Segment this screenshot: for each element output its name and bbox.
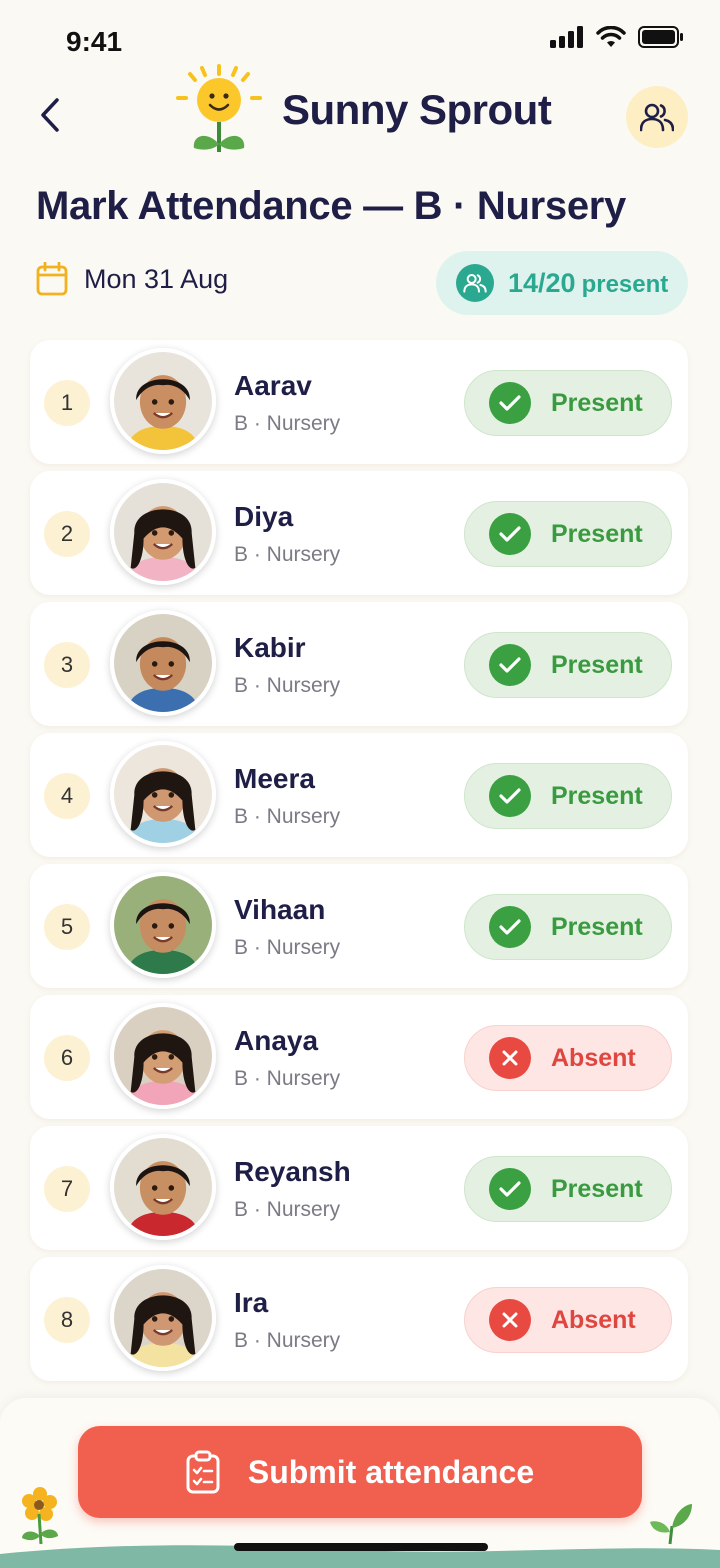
student-row: 4 Meera B · Nursery Present (30, 733, 688, 857)
student-class: B · Nursery (234, 805, 341, 828)
student-name: Meera (234, 763, 315, 794)
group-button[interactable] (626, 86, 688, 148)
x-icon (489, 1037, 531, 1079)
attendance-toggle-button[interactable]: Absent (464, 1025, 672, 1091)
student-row: 6 Anaya B · Nursery Absent (30, 995, 688, 1119)
clipboard-check-icon (186, 1450, 220, 1494)
student-name: Aarav (234, 370, 312, 401)
student-avatar (110, 741, 216, 847)
sunflower-logo-icon (176, 64, 262, 152)
sprout-decoration-icon (650, 1504, 692, 1545)
row-number: 2 (44, 511, 90, 557)
date-text: Mon 31 Aug (84, 263, 229, 294)
x-icon (489, 1299, 531, 1341)
status-label: Present (551, 388, 643, 417)
student-name: Diya (234, 501, 294, 532)
row-number: 5 (44, 904, 90, 950)
submit-attendance-button[interactable]: Submit attendance (78, 1426, 642, 1518)
student-name: Anaya (234, 1025, 319, 1056)
row-number: 4 (44, 773, 90, 819)
date-selector[interactable]: Mon 31 Aug (36, 262, 228, 296)
student-row: 5 Vihaan B · Nursery Present (30, 864, 688, 988)
attendance-toggle-button[interactable]: Present (464, 1156, 672, 1222)
attendance-toggle-button[interactable]: Present (464, 370, 672, 436)
student-name: Vihaan (234, 894, 326, 925)
status-label: Absent (551, 1043, 636, 1072)
status-label: Absent (551, 1305, 636, 1334)
attendance-toggle-button[interactable]: Present (464, 763, 672, 829)
student-avatar (110, 1134, 216, 1240)
check-icon (489, 906, 531, 948)
status-label: Present (551, 1174, 643, 1203)
chevron-left-icon (41, 98, 59, 132)
student-avatar (110, 1265, 216, 1371)
present-word: present (581, 270, 669, 298)
present-count: 14/20 (508, 267, 576, 298)
app-name: Sunny Sprout (282, 86, 552, 133)
student-avatar (110, 872, 216, 978)
status-label: Present (551, 519, 643, 548)
student-row: 8 Ira B · Nursery Absent (30, 1257, 688, 1381)
student-avatar (110, 1003, 216, 1109)
people-icon (456, 264, 494, 302)
student-name: Kabir (234, 632, 306, 663)
check-icon (489, 382, 531, 424)
row-number: 3 (44, 642, 90, 688)
status-label: Present (551, 781, 643, 810)
flower-decoration-icon (22, 1487, 58, 1545)
wifi-icon (596, 26, 626, 47)
student-class: B · Nursery (234, 1067, 341, 1090)
submit-label: Submit attendance (247, 1453, 535, 1490)
check-icon (489, 644, 531, 686)
student-row: 1 Aarav B · Nursery Present (30, 340, 688, 464)
brand: Sunny Sprout (176, 60, 552, 160)
student-list: 1 Aarav B · Nursery Present 2 Diya B · Nursery… (30, 340, 690, 1388)
check-icon (489, 775, 531, 817)
present-count-badge: 14/20 present (436, 251, 688, 315)
student-name: Ira (234, 1287, 269, 1318)
student-row: 7 Reyansh B · Nursery Present (30, 1126, 688, 1250)
attendance-toggle-button[interactable]: Present (464, 501, 672, 567)
attendance-toggle-button[interactable]: Present (464, 894, 672, 960)
people-icon (640, 103, 674, 132)
student-class: B · Nursery (234, 674, 341, 697)
status-label: Present (551, 650, 643, 679)
student-class: B · Nursery (234, 1329, 341, 1352)
back-button[interactable] (30, 90, 70, 140)
student-class: B · Nursery (234, 1198, 341, 1221)
calendar-icon (36, 262, 68, 296)
row-number: 6 (44, 1035, 90, 1081)
attendance-toggle-button[interactable]: Present (464, 632, 672, 698)
student-class: B · Nursery (234, 412, 341, 435)
student-class: B · Nursery (234, 543, 341, 566)
status-label: Present (551, 912, 643, 941)
student-avatar (110, 610, 216, 716)
row-number: 8 (44, 1297, 90, 1343)
page-title: Mark Attendance — B · Nursery (36, 184, 626, 228)
student-class: B · Nursery (234, 936, 341, 959)
student-avatar (110, 348, 216, 454)
battery-icon (638, 26, 683, 48)
app-header: Sunny Sprout (0, 60, 720, 170)
student-row: 3 Kabir B · Nursery Present (30, 602, 688, 726)
student-name: Reyansh (234, 1156, 351, 1187)
check-icon (489, 1168, 531, 1210)
attendance-toggle-button[interactable]: Absent (464, 1287, 672, 1353)
check-icon (489, 513, 531, 555)
signal-icon (550, 26, 583, 48)
status-icons (550, 26, 684, 48)
home-indicator[interactable] (234, 1543, 488, 1551)
row-number: 7 (44, 1166, 90, 1212)
status-time: 9:41 (66, 26, 123, 57)
student-row: 2 Diya B · Nursery Present (30, 471, 688, 595)
student-avatar (110, 479, 216, 585)
row-number: 1 (44, 380, 90, 426)
